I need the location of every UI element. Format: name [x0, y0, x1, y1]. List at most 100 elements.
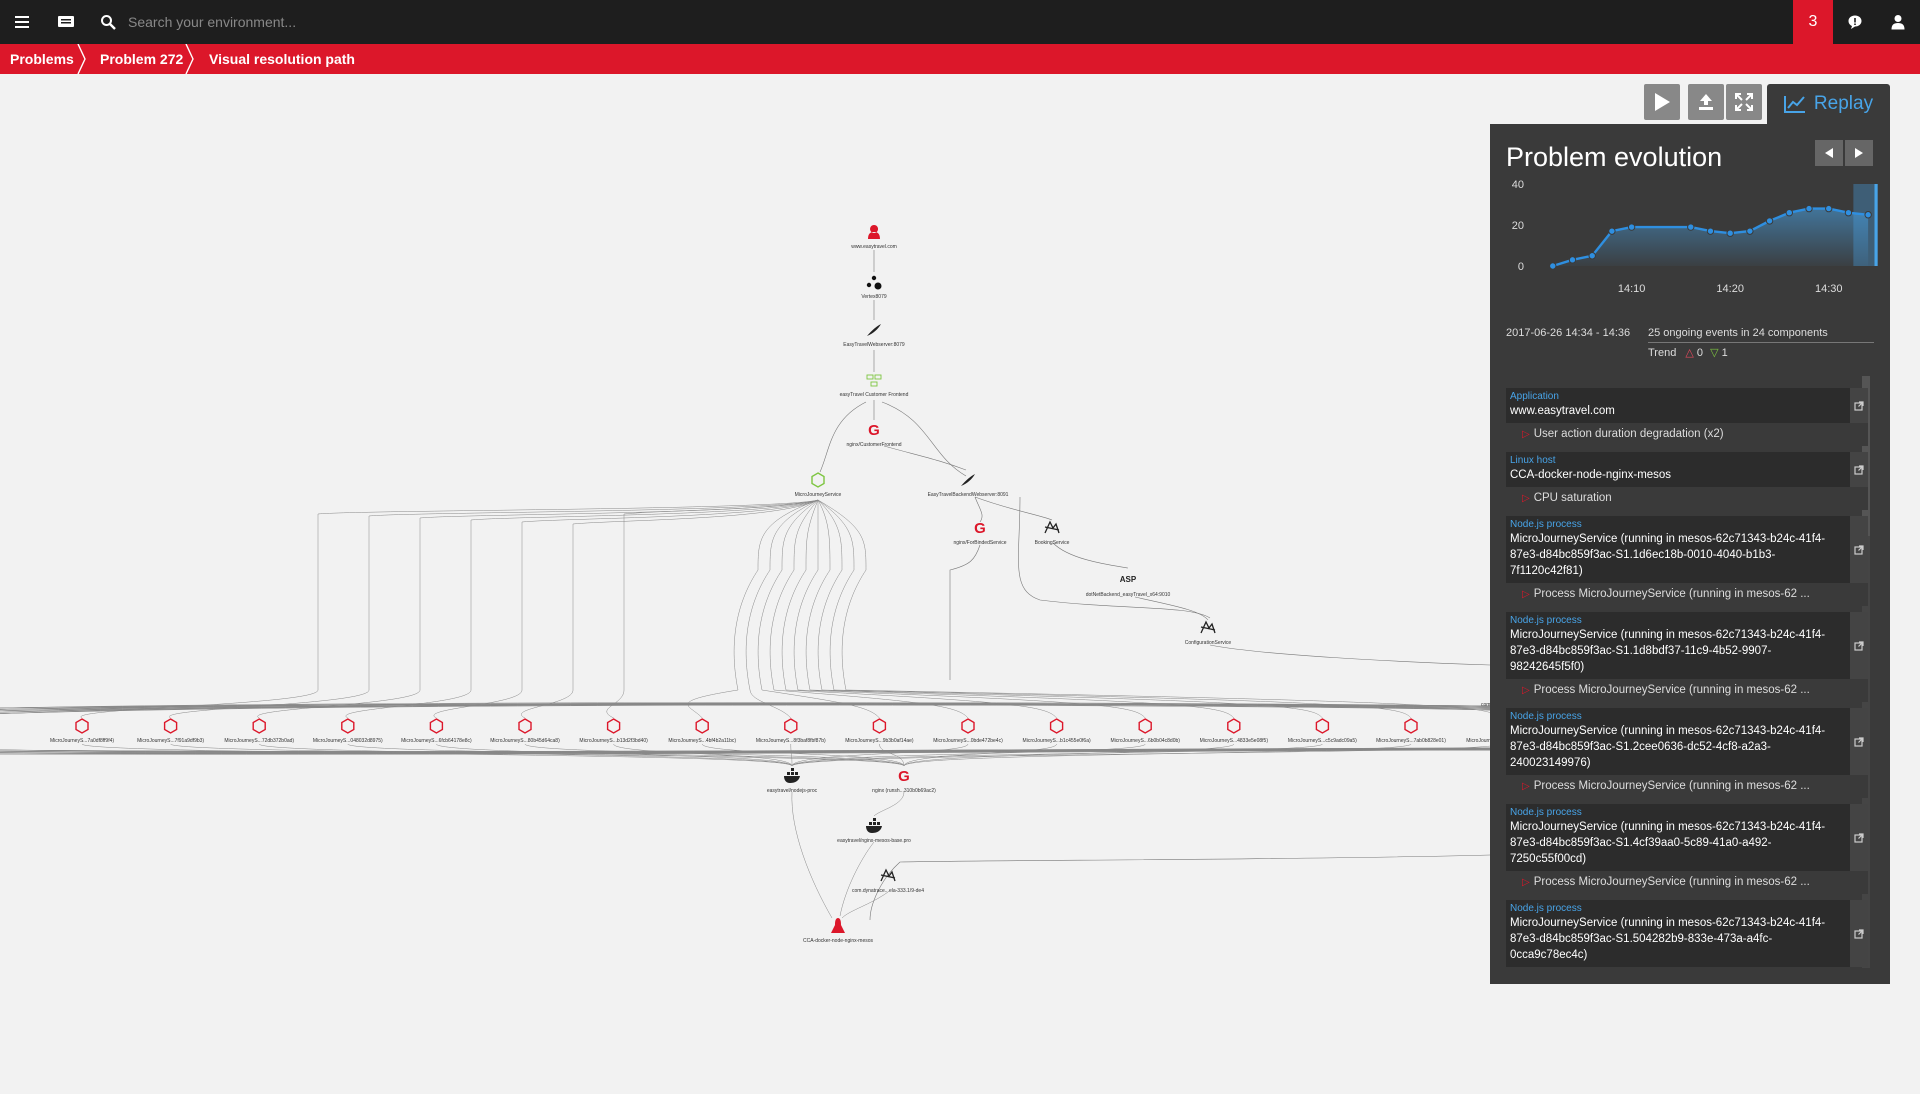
previous-button[interactable]	[1815, 140, 1843, 166]
graph-node[interactable]: easytravel/nodejs-proc	[767, 768, 818, 794]
graph-node-label: easytravel/nodejs-proc	[767, 788, 818, 794]
open-link-icon[interactable]	[1850, 804, 1868, 871]
chart-data-point[interactable]	[1726, 229, 1734, 237]
list-item[interactable]: Node.js process MicroJourneyService (run…	[1506, 804, 1868, 894]
list-item[interactable]: Linux host CCA-docker-node-nginx-mesos ▷…	[1506, 452, 1868, 510]
graph-node[interactable]: MicroJourneyS...8f3baf8fbf87b)	[756, 718, 826, 744]
next-button[interactable]	[1845, 140, 1873, 166]
graph-node[interactable]: MicroJourneyS...6fcb64178e8c)	[401, 718, 472, 744]
open-link-icon[interactable]	[1850, 900, 1868, 967]
list-item[interactable]: Node.js process MicroJourneyService (run…	[1506, 708, 1868, 798]
graph-node[interactable]: MicroJourneyService	[795, 472, 842, 498]
graph-node[interactable]: MicroJourneyS...0bde472be4c)	[933, 718, 1003, 744]
graph-node[interactable]: MicroJourneyS...7ab0b828e01)	[1376, 718, 1446, 744]
replay-button[interactable]: Replay	[1767, 84, 1890, 124]
upload-icon	[1699, 94, 1713, 110]
graph-node[interactable]: CCA-docker-node-nginx-mesos	[803, 918, 874, 944]
entity-name[interactable]: MicroJourneyService (running in mesos-62…	[1510, 819, 1838, 867]
search-input[interactable]	[128, 10, 628, 34]
list-item[interactable]: Application www.easytravel.com ▷ User act…	[1506, 388, 1868, 446]
chart-data-point[interactable]	[1785, 209, 1794, 217]
graph-node-label: MicroJourneyS...9b3b0af14ae)	[845, 738, 914, 744]
graph-node[interactable]: easyTravel Customer Frontend	[840, 374, 909, 398]
chart-data-point[interactable]	[1844, 209, 1853, 217]
feedback-icon[interactable]	[1833, 0, 1877, 44]
event-item[interactable]: ▷ User action duration degradation (x2)	[1506, 423, 1868, 446]
evolution-chart[interactable]: 40 20 0 14:10 14:20 14:30	[1498, 176, 1888, 306]
graph-node[interactable]: ASP dotNetBackend_easyTravel_x64:9010	[1086, 575, 1171, 598]
open-link-icon[interactable]	[1850, 612, 1868, 679]
event-item[interactable]: ▷ CPU saturation	[1506, 487, 1868, 510]
chart-data-point[interactable]	[1687, 223, 1695, 231]
chart-data-point[interactable]	[1568, 256, 1577, 264]
chart-data-point[interactable]	[1825, 204, 1833, 213]
open-link-icon[interactable]	[1850, 388, 1868, 423]
graph-node[interactable]: www.easytravel.com	[851, 225, 897, 250]
chart-data-point[interactable]	[1864, 211, 1872, 219]
graph-node[interactable]: MicroJourneyS...72db372b0ad)	[224, 718, 294, 744]
play-button[interactable]	[1644, 84, 1680, 120]
graph-node[interactable]: ConfigurationService	[1185, 620, 1232, 646]
docker-icon	[866, 818, 882, 833]
entity-type: Node.js process	[1510, 519, 1582, 530]
chart-data-point[interactable]	[1706, 227, 1715, 235]
export-button[interactable]	[1688, 84, 1724, 120]
fullscreen-button[interactable]	[1726, 84, 1762, 120]
graph-node[interactable]: easytravel/nginx-mesos-base.pro	[837, 818, 911, 844]
graph-node[interactable]: MicroJourneyS...9b3b0af14ae)	[845, 718, 914, 744]
event-item[interactable]: ▷ Process MicroJourneyService (running in…	[1506, 871, 1868, 894]
list-item[interactable]: Node.js process MicroJourneyService (run…	[1506, 516, 1868, 606]
chart-data-point[interactable]	[1588, 252, 1596, 260]
breadcrumb-problem-272[interactable]: Problem 272	[100, 44, 183, 74]
chart-data-point[interactable]	[1627, 223, 1636, 231]
graph-node[interactable]: MicroJourneyS...4833e5e08f5)	[1200, 718, 1269, 744]
open-link-icon[interactable]	[1850, 708, 1868, 775]
open-link-icon[interactable]	[1850, 516, 1868, 583]
graph-node[interactable]: MicroJourneyS...7f91a9df9b3)	[137, 718, 204, 744]
list-item[interactable]: Node.js process MicroJourneyService (run…	[1506, 900, 1868, 967]
graph-node[interactable]: Gnginx (runsh...310b0b69ac2)	[872, 768, 936, 794]
graph-node[interactable]: MicroJourneyS...048032d8975)	[313, 718, 383, 744]
graph-node[interactable]: MicroJourneyS...80b45d64ca8)	[490, 718, 560, 744]
user-icon[interactable]	[1876, 0, 1920, 44]
graph-node-label: MicroJourneyS...4bf4b2a11bc)	[668, 738, 736, 744]
graph-node[interactable]: Vertex8079	[861, 275, 887, 300]
graph-node[interactable]: MicroJourneyS...6b0b04c8d0b)	[1110, 718, 1180, 744]
chat-icon[interactable]	[44, 0, 88, 44]
graph-node[interactable]: BookingService	[1035, 520, 1070, 546]
entity-name[interactable]: MicroJourneyService (running in mesos-62…	[1510, 531, 1838, 579]
docker-icon	[784, 768, 800, 783]
chart-data-point[interactable]	[1549, 262, 1557, 270]
graph-node[interactable]: MicroJourneyS...7a0df8ff9f4)	[50, 718, 114, 744]
chart-data-point[interactable]	[1746, 227, 1754, 235]
entity-name[interactable]: www.easytravel.com	[1510, 403, 1838, 419]
chart-data-point[interactable]	[1805, 204, 1813, 213]
open-link-icon[interactable]	[1850, 452, 1868, 487]
entity-type: Linux host	[1510, 455, 1556, 466]
entity-name[interactable]: MicroJourneyService (running in mesos-62…	[1510, 627, 1838, 675]
event-item[interactable]: ▷ Process MicroJourneyService (running in…	[1506, 679, 1868, 702]
graph-node[interactable]: Gnginx/ForBindedService	[953, 520, 1006, 546]
nodejs-icon	[961, 718, 975, 734]
graph-node[interactable]: com.dynatrace...ela-333.1/9-de4	[852, 868, 924, 894]
entity-name[interactable]: MicroJourneyService (running in mesos-62…	[1510, 723, 1838, 771]
hamburger-menu-icon[interactable]	[0, 0, 44, 44]
graph-node[interactable]: MicroJourneyS...b13d2f3bd40)	[579, 718, 648, 744]
graph-node[interactable]: EasyTravelWebserver:8079	[843, 324, 905, 348]
graph-node[interactable]: Gnginx/CustomerFrontend	[846, 422, 901, 448]
graph-node[interactable]: MicroJourneyS...4bf4b2a11bc)	[668, 718, 736, 744]
chart-data-point[interactable]	[1608, 227, 1616, 235]
graph-node[interactable]: MicroJourneyS...b1c455e0f6a)	[1023, 718, 1091, 744]
breadcrumb-problems[interactable]: Problems	[10, 44, 74, 74]
graph-node-label: MicroJourneyS...b1c455e0f6a)	[1023, 738, 1091, 744]
graph-node[interactable]: EasyTravelBackendWebserver:8091	[928, 474, 1009, 498]
notification-badge[interactable]: 3	[1793, 0, 1833, 44]
chart-data-point[interactable]	[1765, 217, 1774, 225]
event-item[interactable]: ▷ Process MicroJourneyService (running in…	[1506, 775, 1868, 798]
list-item[interactable]: Node.js process MicroJourneyService (run…	[1506, 612, 1868, 702]
entity-name[interactable]: MicroJourneyService (running in mesos-62…	[1510, 915, 1838, 963]
entity-name[interactable]: CCA-docker-node-nginx-mesos	[1510, 467, 1838, 483]
event-item[interactable]: ▷ Process MicroJourneyService (running in…	[1506, 583, 1868, 606]
graph-node[interactable]: MicroJourneyS...c5c9adc09a5)	[1288, 718, 1357, 744]
events-summary[interactable]: 25 ongoing events in 24 components	[1648, 327, 1874, 343]
